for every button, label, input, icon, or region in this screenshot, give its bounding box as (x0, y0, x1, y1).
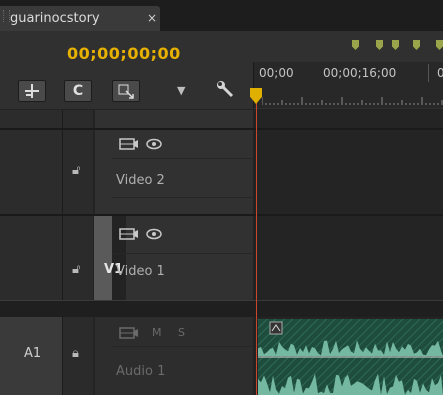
track-header-v1 (63, 216, 93, 300)
link-icon: C (72, 83, 84, 99)
sequence-area-v2[interactable] (256, 130, 443, 214)
track-target-v2[interactable] (0, 130, 63, 214)
linked-selection-button[interactable]: C (64, 80, 92, 102)
eye-icon[interactable] (146, 137, 162, 151)
track-target-v3[interactable] (0, 110, 63, 128)
ruler-divider (428, 64, 429, 82)
track-target-v1[interactable] (0, 216, 63, 300)
snap-icon (25, 84, 39, 98)
effects-badge-icon (269, 321, 283, 335)
ruler-label: 00;00;16;00 (323, 66, 397, 80)
divider (112, 158, 252, 159)
ruler-label: 0 (437, 66, 443, 80)
audio-clip[interactable] (258, 319, 443, 395)
sequence-area-v1[interactable] (256, 216, 443, 300)
ruler-ticks (262, 97, 443, 105)
playhead-timecode[interactable]: 00;00;00;00 (67, 44, 181, 63)
close-tab-icon[interactable]: × (147, 11, 157, 25)
divider (112, 346, 252, 347)
track-header-v3 (63, 110, 93, 128)
divider-line (0, 300, 443, 301)
playhead-line[interactable] (256, 100, 257, 395)
insert-icon (118, 84, 134, 99)
track-name-v1: Video 1 (116, 264, 165, 279)
track-controls-v3 (94, 110, 253, 128)
sequence-area-v3[interactable] (256, 110, 443, 128)
mute-button[interactable]: M (152, 326, 162, 339)
snap-button[interactable] (18, 80, 46, 102)
divider (112, 197, 252, 198)
lock-icon[interactable]: 🔓︎ (72, 163, 80, 178)
toggle-sync-lock-icon[interactable] (118, 136, 140, 152)
video-audio-divider[interactable] (0, 300, 443, 317)
tab-grip-icon[interactable] (3, 10, 10, 22)
toggle-sync-lock-icon[interactable] (118, 226, 140, 242)
track-name-a1: Audio 1 (116, 364, 166, 379)
track-controls-v1 (125, 216, 253, 300)
solo-button[interactable]: S (178, 326, 185, 339)
wrench-icon[interactable] (216, 80, 236, 104)
add-marker-button[interactable] (112, 80, 140, 102)
source-patch-v1[interactable] (94, 216, 112, 300)
toggle-sync-lock-icon[interactable] (118, 325, 140, 341)
audio-waveform (258, 319, 443, 395)
marker-icon[interactable]: ▼ (177, 84, 185, 97)
eye-icon[interactable] (146, 227, 162, 241)
sequence-tab-title[interactable]: guarinocstory (10, 11, 100, 26)
divider (112, 253, 252, 254)
track-name-v2: Video 2 (116, 173, 165, 188)
source-label-a1: A1 (24, 346, 42, 361)
lock-icon[interactable]: 🔒︎ (72, 346, 79, 361)
lock-icon[interactable]: 🔓︎ (72, 262, 80, 277)
ruler-label: 00;00 (259, 66, 294, 80)
